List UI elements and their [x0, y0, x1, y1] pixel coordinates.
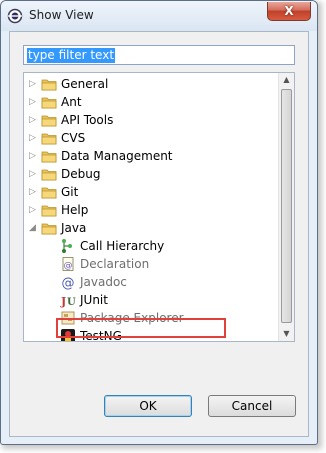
tree-item-label: API Tools — [61, 113, 114, 127]
tree-category-help[interactable]: ▷ Help — [24, 201, 278, 219]
collapsed-arrow-icon[interactable]: ▷ — [29, 185, 36, 199]
tree-item-label: CVS — [61, 131, 86, 145]
svg-text:@: @ — [64, 261, 73, 271]
declaration-icon: @ — [62, 257, 74, 271]
folder-icon — [41, 133, 57, 145]
close-icon: X — [284, 4, 294, 18]
collapsed-arrow-icon[interactable]: ▷ — [29, 167, 36, 181]
javadoc-icon: @ — [62, 276, 75, 290]
tree-item-label: Javadoc — [80, 275, 127, 289]
tree-item-label: Data Management — [61, 149, 173, 163]
tree-item-label: Java — [61, 221, 87, 235]
tree-item-call-hierarchy[interactable]: Call Hierarchy — [24, 237, 278, 255]
tree-scrollbar[interactable]: ▲ ▼ — [278, 73, 294, 341]
tree-category-api-tools[interactable]: ▷ API Tools — [24, 111, 278, 129]
tree-category-ant[interactable]: ▷ Ant — [24, 93, 278, 111]
eclipse-icon — [7, 8, 23, 24]
collapsed-arrow-icon[interactable]: ▷ — [29, 131, 36, 145]
folder-icon — [41, 151, 57, 163]
tree-item-junit[interactable]: J U JUnit — [24, 291, 278, 309]
show-view-dialog: Show View X type filter text ▷ General ▷ An… — [0, 0, 318, 445]
tree-item-label: JUnit — [80, 293, 108, 307]
close-button[interactable]: X — [267, 2, 311, 21]
tree-item-label: Call Hierarchy — [80, 239, 165, 253]
folder-icon — [41, 115, 57, 127]
junit-icon: JU — [60, 295, 76, 308]
cancel-button[interactable]: Cancel — [208, 395, 296, 417]
svg-text:U: U — [67, 297, 76, 308]
title-bar[interactable]: Show View X — [1, 1, 317, 31]
filter-input[interactable]: type filter text — [23, 45, 295, 65]
svg-text:@: @ — [62, 276, 75, 290]
tree-category-java[interactable]: ◢ Java — [24, 219, 278, 237]
tree-item-declaration[interactable]: @ Declaration — [24, 255, 278, 273]
collapsed-arrow-icon[interactable]: ▷ — [29, 95, 36, 109]
tree-item-label: Declaration — [80, 257, 150, 271]
view-tree: ▷ General ▷ Ant ▷ API Tools ▷ CVS ▷ Data Manageme… — [23, 72, 295, 342]
tree-category-general[interactable]: ▷ General — [24, 75, 278, 93]
collapsed-arrow-icon[interactable]: ▷ — [29, 113, 36, 127]
tree-category-data-management[interactable]: ▷ Data Management — [24, 147, 278, 165]
filter-input-text: type filter text — [27, 48, 116, 63]
folder-icon — [41, 79, 57, 91]
tree-item-javadoc[interactable]: @ Javadoc — [24, 273, 278, 291]
tree-item-label: Debug — [61, 167, 101, 181]
tree-item-label: General — [61, 77, 109, 91]
folder-icon — [41, 97, 57, 109]
collapsed-arrow-icon[interactable]: ▷ — [29, 203, 36, 217]
ok-button[interactable]: OK — [104, 395, 192, 417]
folder-icon — [41, 205, 57, 217]
collapsed-arrow-icon[interactable]: ▷ — [29, 77, 36, 91]
tree-item-label: Git — [61, 185, 79, 199]
tree-item-label: Ant — [61, 95, 82, 109]
tree-item-label: Help — [61, 203, 89, 217]
folder-icon — [41, 169, 57, 181]
scroll-up-icon[interactable]: ▲ — [279, 73, 294, 87]
expanded-arrow-icon[interactable]: ◢ — [29, 221, 36, 235]
scroll-down-icon[interactable]: ▼ — [279, 327, 294, 341]
tree-rows: ▷ General ▷ Ant ▷ API Tools ▷ CVS ▷ Data Manageme… — [24, 73, 278, 341]
tree-category-git[interactable]: ▷ Git — [24, 183, 278, 201]
scrollbar-thumb[interactable] — [281, 89, 292, 323]
svg-text:J: J — [60, 295, 66, 308]
junit-highlight-box — [56, 318, 226, 338]
tree-category-cvs[interactable]: ▷ CVS — [24, 129, 278, 147]
tree-category-debug[interactable]: ▷ Debug — [24, 165, 278, 183]
folder-icon — [41, 223, 57, 235]
dialog-content: type filter text ▷ General ▷ Ant ▷ API Tools ▷… — [9, 31, 309, 437]
folder-icon — [41, 187, 57, 199]
call-hierarchy-icon — [62, 239, 72, 253]
collapsed-arrow-icon[interactable]: ▷ — [29, 149, 36, 163]
dialog-title: Show View — [29, 8, 94, 22]
